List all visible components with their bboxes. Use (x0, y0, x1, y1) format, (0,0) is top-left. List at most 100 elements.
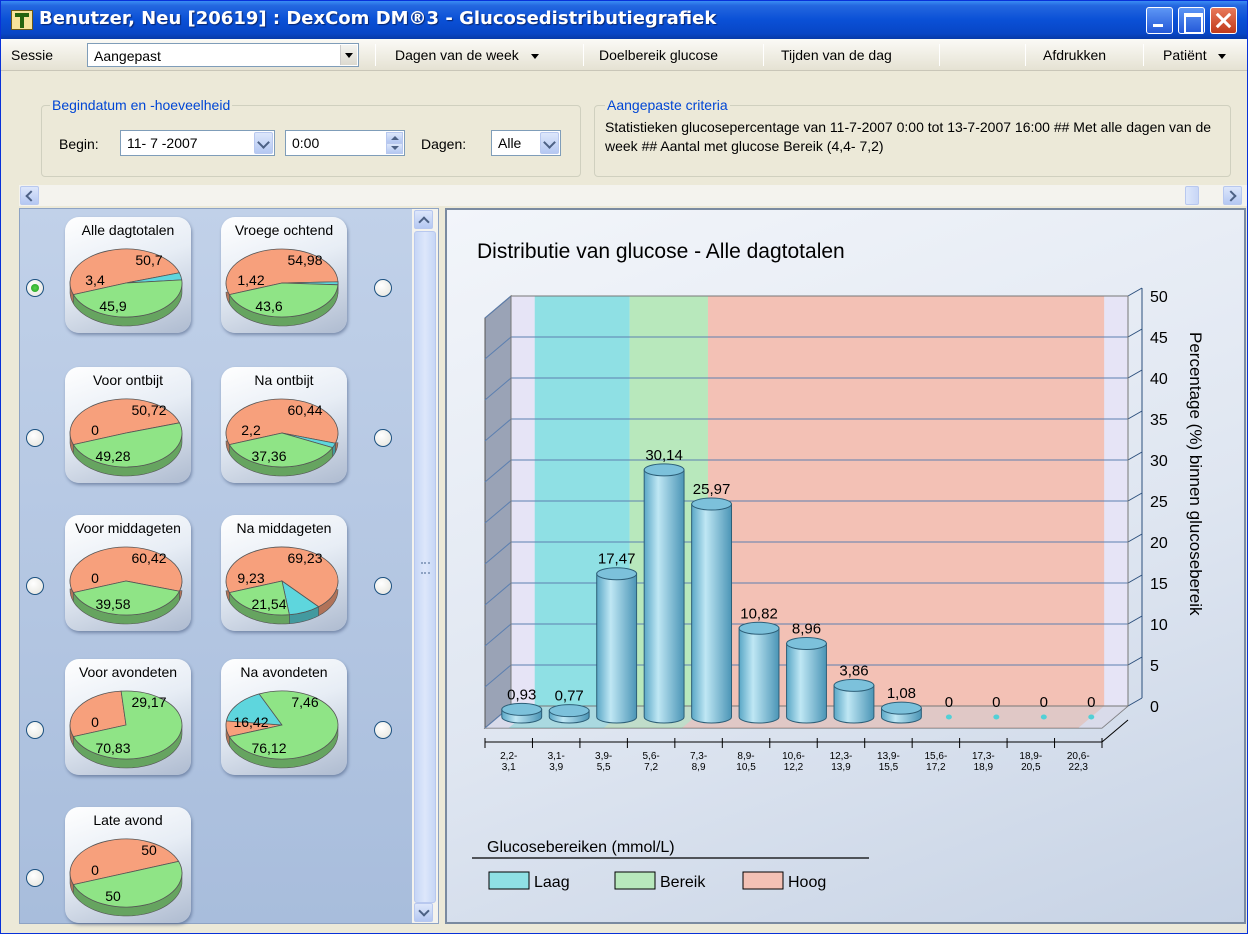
print-button[interactable]: Afdrukken (1043, 39, 1106, 71)
pie-label-range: 43,6 (255, 298, 282, 314)
bar-value-label: 8,96 (792, 621, 821, 638)
legend-swatch (742, 871, 784, 890)
bar-value-label: 0 (945, 694, 953, 711)
pie-tile[interactable]: 7,46 76,12 16,42 Na avondeten (221, 659, 347, 775)
pie-tile-title: Voor avondeten (78, 664, 178, 680)
y-tick-label: 15 (1150, 576, 1168, 593)
bar-value-label: 0,93 (507, 686, 536, 703)
pie-tile[interactable]: 69,23 21,54 9,23 Na middageten (221, 515, 347, 631)
x-tick-label: 5,6- (642, 751, 659, 762)
scroll-up-icon[interactable] (414, 210, 433, 229)
scroll-left-icon[interactable] (20, 186, 39, 205)
target-range-button[interactable]: Doelbereik glucose (599, 39, 718, 71)
begin-date-picker[interactable]: 11- 7 -2007 (120, 130, 275, 156)
pie-label-range: 50 (105, 888, 121, 904)
session-dropdown-button[interactable] (340, 45, 357, 65)
y-tick (1127, 369, 1143, 379)
y-tick-label: 10 (1150, 617, 1168, 634)
begin-time-field[interactable]: 0:00 (285, 130, 405, 156)
app-icon (11, 10, 33, 30)
pie-radio-button[interactable] (26, 279, 44, 297)
legend-item-label: Bereik (660, 874, 706, 891)
x-tick-label: 20,5 (1021, 762, 1041, 773)
pie-radio-button[interactable] (26, 869, 44, 887)
y-tick-label: 25 (1150, 494, 1168, 511)
y-tick-label: 40 (1150, 371, 1168, 388)
pie-radio-button[interactable] (374, 429, 392, 447)
pie-label-low: 0 (91, 714, 99, 730)
toolbar: Sessie Aangepast Dagen van de week Doelb… (1, 39, 1247, 71)
x-tick-label: 3,1 (502, 762, 516, 773)
maximize-button[interactable] (1178, 7, 1205, 34)
legend-item-label: Hoog (788, 874, 826, 891)
pie-tile[interactable]: 50,7 45,9 3,4 Alle dagtotalen (65, 217, 191, 333)
x-tick-label: 22,3 (1069, 762, 1089, 773)
y-tick-label: 0 (1150, 699, 1159, 716)
vertical-scroll-thumb[interactable] (414, 231, 436, 903)
bar-value-label: 0,77 (555, 688, 584, 705)
pie-tile-title: Alle dagtotalen (81, 222, 175, 238)
times-of-day-button[interactable]: Tijden van de dag (781, 39, 892, 71)
bar-value-label: 30,14 (645, 447, 683, 464)
pie-radio-button[interactable] (374, 721, 392, 739)
pie-label-high: 60,42 (131, 550, 166, 566)
pie-tile[interactable]: 60,42 39,58 0 Voor middageten (65, 515, 191, 631)
bar-value-label: 10,82 (740, 605, 778, 622)
spin-down-icon[interactable] (386, 143, 403, 154)
window-title: Benutzer, Neu [20619] : DexCom DM®3 - Gl… (39, 8, 717, 29)
pie-radio-button[interactable] (374, 279, 392, 297)
x-tick-label: 13,9- (877, 751, 900, 762)
chart-title: Distributie van glucose - Alle dagtotale… (477, 240, 845, 263)
vertical-scrollbar[interactable] (412, 209, 438, 923)
bar-value-label: 17,47 (598, 551, 636, 568)
session-value: Aangepast (94, 48, 161, 64)
bar (738, 621, 780, 724)
pie-label-range: 39,58 (95, 596, 130, 612)
pie-label-high: 60,44 (287, 402, 322, 418)
x-tick-label: 13,9 (831, 762, 851, 773)
spin-up-icon[interactable] (386, 132, 403, 143)
days-value: Alle (498, 135, 522, 151)
y-tick-label: 35 (1150, 412, 1168, 429)
pie-panel: 50,7 45,9 3,4 Alle dagtotalen 54,98 43,6 1,42 V… (19, 208, 439, 924)
minimize-button[interactable] (1146, 7, 1173, 34)
horizontal-scrollbar[interactable] (19, 185, 1247, 206)
pie-label-low: 0 (91, 862, 99, 878)
pie-tile[interactable]: 29,17 70,83 0 Voor avondeten (65, 659, 191, 775)
date-dropdown-button[interactable] (254, 132, 273, 154)
pie-label-high: 50 (141, 842, 157, 858)
time-spinner[interactable] (386, 132, 403, 154)
pie-label-range: 21,54 (251, 596, 286, 612)
days-select[interactable]: Alle (491, 130, 561, 156)
horizontal-scroll-thumb[interactable] (1185, 186, 1199, 205)
pie-label-range: 76,12 (251, 740, 286, 756)
pie-tile-title: Na ontbijt (254, 372, 314, 388)
pie-tile[interactable]: 54,98 43,6 1,42 Vroege ochtend (221, 217, 347, 333)
pie-label-range: 49,28 (95, 448, 130, 464)
pie-radio-button[interactable] (374, 577, 392, 595)
bar-value-label: 0 (1087, 694, 1095, 711)
days-dropdown-button[interactable] (540, 132, 559, 154)
scroll-down-icon[interactable] (414, 903, 433, 922)
patient-label: Patiënt (1163, 47, 1207, 63)
close-button[interactable] (1210, 7, 1237, 34)
bar (945, 714, 952, 720)
pie-radio-button[interactable] (26, 577, 44, 595)
pie-tile[interactable]: 50 50 0 Late avond (65, 807, 191, 923)
pie-radio-button[interactable] (26, 721, 44, 739)
pie-tile[interactable]: 60,44 37,36 2,2 Na ontbijt (221, 367, 347, 483)
x-tick-label: 3,1- (548, 751, 565, 762)
chevron-down-icon (345, 53, 353, 58)
bar-value-label: 0 (992, 694, 1000, 711)
patient-menu[interactable]: Patiënt (1163, 39, 1227, 71)
bar (833, 678, 875, 724)
chevron-down-icon (1218, 53, 1227, 59)
bar (596, 567, 638, 724)
bar-value-label: 0 (1040, 694, 1048, 711)
pie-label-low: 9,23 (237, 570, 264, 586)
session-combobox[interactable]: Aangepast (87, 43, 359, 67)
pie-tile[interactable]: 50,72 49,28 0 Voor ontbijt (65, 367, 191, 483)
scroll-right-icon[interactable] (1223, 186, 1242, 205)
weekdays-menu[interactable]: Dagen van de week (395, 39, 539, 71)
pie-radio-button[interactable] (26, 429, 44, 447)
